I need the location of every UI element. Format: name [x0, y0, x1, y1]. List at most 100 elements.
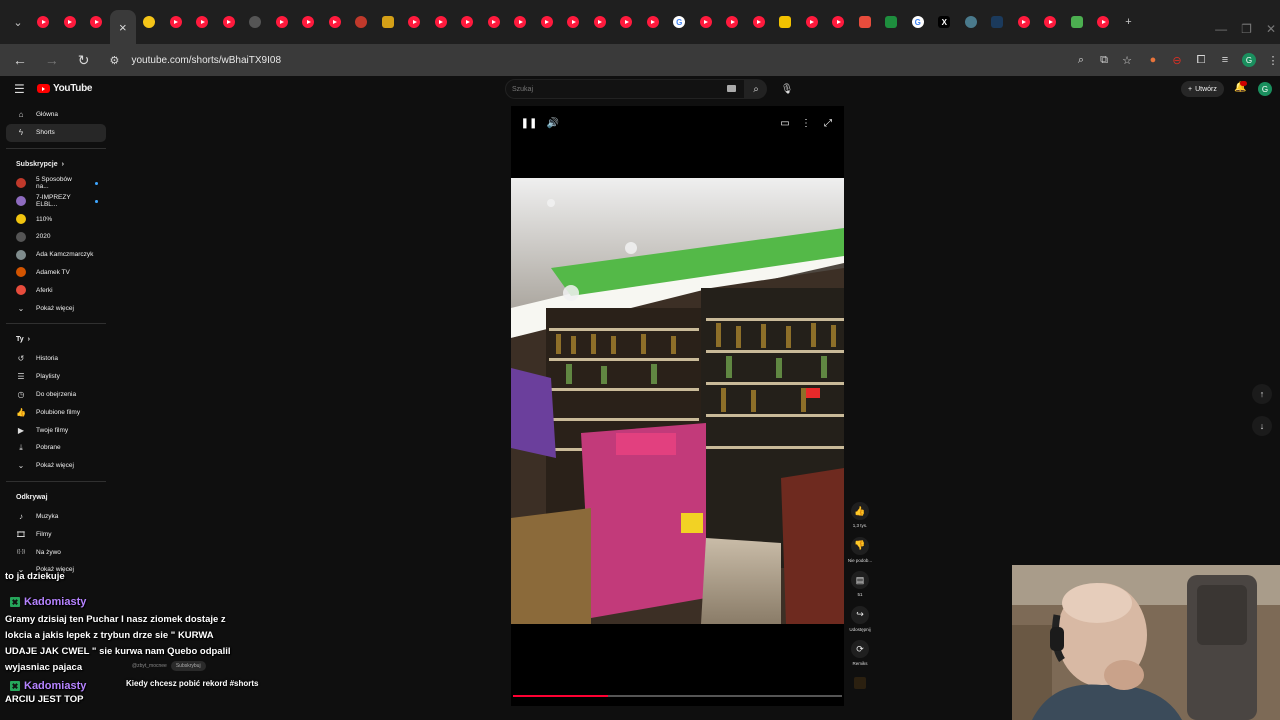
browser-tab[interactable] [295, 7, 322, 37]
browser-tab[interactable] [746, 7, 773, 37]
zoom-icon[interactable]: ⌕ [1074, 53, 1088, 67]
bookmark-star-icon[interactable]: ☆ [1120, 53, 1134, 67]
audio-thumbnail[interactable] [854, 676, 866, 689]
browser-tab[interactable]: X [931, 7, 958, 37]
sidebar-item-subs-more[interactable]: ⌄ Pokaż więcej [6, 299, 106, 317]
sidebar-item-live[interactable]: ((·)) Na żywo [6, 543, 106, 561]
thumbs-down-icon[interactable]: 👎 [851, 536, 869, 555]
browser-tab[interactable] [242, 7, 269, 37]
youtube-logo[interactable]: YouTube [37, 83, 93, 94]
minimize-icon[interactable]: — [1215, 22, 1227, 36]
subscribe-button[interactable]: Subskrybuj [170, 661, 206, 671]
sidebar-subscription-item[interactable]: 110% [6, 210, 106, 228]
thumbs-up-icon[interactable]: 👍 [851, 502, 869, 520]
pause-icon[interactable]: ❚❚ [521, 116, 538, 130]
browser-tab[interactable] [83, 7, 110, 37]
browser-tab[interactable] [772, 7, 799, 37]
create-button[interactable]: + Utwórz [1181, 81, 1224, 97]
extension-red-icon[interactable]: ⊖ [1170, 53, 1184, 67]
site-info-icon[interactable]: ⚙ [107, 53, 121, 67]
browser-tab[interactable] [136, 7, 163, 37]
forward-button[interactable]: → [40, 48, 64, 72]
share-action[interactable]: ↪ Udostępnij [848, 605, 872, 641]
browser-tab[interactable] [428, 7, 455, 37]
like-action[interactable]: 👍 1,3 tys. [848, 502, 872, 537]
browser-menu-icon[interactable]: ⋮ [1266, 53, 1280, 67]
browser-tab[interactable] [216, 7, 243, 37]
browser-tab[interactable] [799, 7, 826, 37]
short-channel-name[interactable]: @zbyt_mocnee [132, 663, 167, 669]
browser-tab[interactable] [693, 7, 720, 37]
browser-tab[interactable] [1011, 7, 1038, 37]
browser-tab[interactable] [163, 7, 190, 37]
share-icon[interactable]: ↪ [851, 605, 869, 624]
keyboard-icon[interactable] [727, 85, 736, 92]
shorts-player[interactable]: ❚❚ 🔊 ▭ ⋮ ⤢ [511, 106, 844, 706]
comments-action[interactable]: ▤ 51 [848, 571, 872, 606]
browser-tab[interactable] [348, 7, 375, 37]
browser-tab[interactable] [269, 7, 296, 37]
previous-short-arrow-up-icon[interactable]: ↑ [1252, 384, 1272, 404]
browser-tab[interactable]: G [666, 7, 693, 37]
browser-tab[interactable] [1090, 7, 1117, 37]
extensions-puzzle-icon[interactable]: ⧠ [1194, 53, 1208, 67]
sidebar-item-playlist[interactable]: ☰ Playlisty [6, 368, 106, 386]
sidebar-subscription-item[interactable]: 5 Sposobów na... [6, 175, 106, 193]
sidebar-subscription-item[interactable]: 2020 [6, 228, 106, 246]
search-button[interactable]: ⌕ [745, 79, 767, 99]
more-options-icon[interactable]: ⋮ [799, 116, 813, 130]
browser-tab[interactable] [322, 7, 349, 37]
extension-orange-icon[interactable]: ● [1146, 53, 1160, 67]
account-avatar[interactable]: G [1258, 82, 1272, 96]
browser-tab[interactable] [375, 7, 402, 37]
browser-tab[interactable] [560, 7, 587, 37]
browser-tab[interactable]: G [905, 7, 932, 37]
dislike-action[interactable]: 👎 Nie podob... [848, 536, 872, 572]
browser-tab[interactable] [984, 7, 1011, 37]
browser-tab[interactable] [852, 7, 879, 37]
tab-search-chevron-icon[interactable]: ⌄ [6, 10, 30, 34]
sidebar-subscription-item[interactable]: 7-IMPREZY ELBL... [6, 192, 106, 210]
volume-icon[interactable]: 🔊 [546, 116, 560, 130]
sidebar-item-home[interactable]: ⌂ Główna [6, 106, 106, 124]
short-title[interactable]: Kiedy chcesz pobić rekord #shorts [126, 679, 259, 688]
new-tab-button[interactable]: + [1117, 10, 1141, 34]
browser-tab[interactable] [189, 7, 216, 37]
browser-tab[interactable] [57, 7, 84, 37]
sidebar-item-liked[interactable]: 👍 Polubione filmy [6, 403, 106, 421]
profile-avatar[interactable]: G [1242, 53, 1256, 67]
close-window-icon[interactable]: ✕ [1266, 22, 1276, 36]
browser-tab[interactable] [30, 7, 57, 37]
sidebar-item-your-videos[interactable]: ▶ Twoje filmy [6, 421, 106, 439]
sidebar-subscription-item[interactable]: Adamek TV [6, 264, 106, 282]
sidebar-subscription-item[interactable]: Aferki [6, 281, 106, 299]
browser-tab[interactable] [878, 7, 905, 37]
hamburger-menu-icon[interactable]: ☰ [14, 82, 28, 96]
reading-list-icon[interactable]: ≡ [1218, 53, 1232, 67]
next-short-arrow-down-icon[interactable]: ↓ [1252, 416, 1272, 436]
browser-tab[interactable] [958, 7, 985, 37]
browser-tab[interactable] [825, 7, 852, 37]
browser-tab[interactable] [640, 7, 667, 37]
browser-tab[interactable] [534, 7, 561, 37]
sound-thumbnail[interactable] [848, 675, 872, 710]
you-heading[interactable]: Ty › [6, 330, 106, 350]
close-tab-icon[interactable]: × [117, 20, 129, 35]
address-bar[interactable]: ⚙ youtube.com/shorts/wBhaiTX9I08 ⌕ ⧉ ☆ [101, 48, 1134, 72]
browser-tab[interactable] [454, 7, 481, 37]
browser-tab[interactable] [481, 7, 508, 37]
browser-tab[interactable]: × [109, 10, 136, 44]
sidebar-item-shorts[interactable]: ϟ Shorts [6, 123, 106, 142]
browser-tab[interactable] [1037, 7, 1064, 37]
sidebar-item-music[interactable]: ♪ Muzyka [6, 508, 106, 526]
install-app-icon[interactable]: ⧉ [1097, 53, 1111, 67]
video-progress-bar[interactable] [513, 695, 842, 697]
browser-tab[interactable] [719, 7, 746, 37]
back-button[interactable]: ← [8, 48, 32, 72]
sidebar-item-watch-later[interactable]: ◷ Do obejrzenia [6, 386, 106, 404]
browser-tab[interactable] [613, 7, 640, 37]
fullscreen-icon[interactable]: ⤢ [821, 116, 835, 130]
video-frame[interactable] [511, 178, 844, 624]
comment-icon[interactable]: ▤ [851, 571, 869, 589]
remix-icon[interactable]: ⟳ [851, 640, 869, 658]
